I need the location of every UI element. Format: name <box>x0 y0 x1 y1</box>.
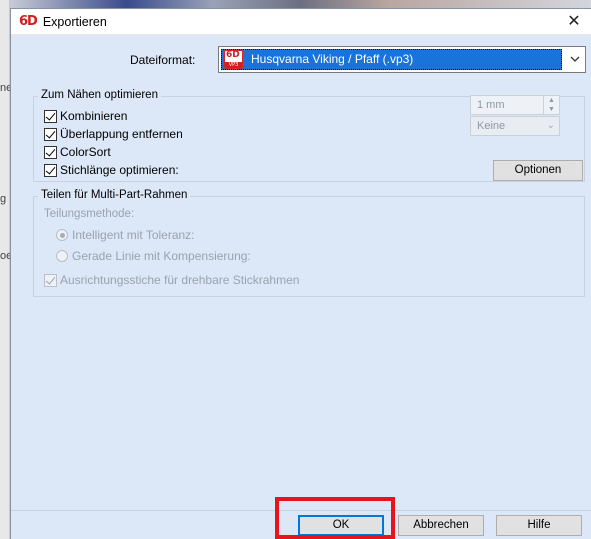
radio-intelligent-label: Intelligent mit Toleranz: <box>72 228 195 242</box>
checkbox-stitch-length-box[interactable] <box>44 163 57 177</box>
radio-straight-line-label: Gerade Linie mit Kompensierung: <box>72 249 251 263</box>
dialog-body: Dateiformat: 6D VP3 Husqvarna Viking / P… <box>11 36 591 539</box>
radio-intelligent-button[interactable] <box>56 229 68 241</box>
checkbox-colorsort-box[interactable] <box>44 145 57 159</box>
file-format-selected-item: 6D VP3 Husqvarna Viking / Pfaff (.vp3) <box>221 49 562 70</box>
radio-intelligent[interactable]: Intelligent mit Toleranz: <box>56 227 195 243</box>
checkbox-alignment-stitches-label: Ausrichtungsstiche für drehbare Stickrah… <box>60 273 300 287</box>
tolerance-value: 1 mm <box>477 99 505 111</box>
checkbox-colorsort[interactable]: ColorSort <box>44 144 111 160</box>
checkbox-remove-overlap-label: Überlappung entfernen <box>60 127 183 141</box>
file-format-row: Dateiformat: 6D VP3 Husqvarna Viking / P… <box>11 46 591 74</box>
file-format-label: Dateiformat: <box>130 53 196 67</box>
options-button[interactable]: Optionen <box>493 160 583 181</box>
chevron-down-icon: ⌄ <box>546 120 555 131</box>
checkbox-combine-label: Kombinieren <box>60 109 128 123</box>
checkbox-stitch-length-label: Stichlänge optimieren: <box>60 163 179 177</box>
app-logo-icon: 6D <box>19 14 38 29</box>
checkbox-alignment-stitches-box[interactable] <box>44 273 57 287</box>
compensation-value: Keine <box>477 120 506 132</box>
tolerance-spinbox[interactable]: 1 mm ▲ ▼ <box>470 95 560 115</box>
multipart-group: Teilen für Multi-Part-Rahmen Teilungsmet… <box>33 189 585 297</box>
checkbox-remove-overlap[interactable]: Überlappung entfernen <box>44 126 183 142</box>
dialog-title: Exportieren <box>42 14 107 29</box>
checkbox-combine-box[interactable] <box>44 109 57 123</box>
optimize-group-title: Zum Nähen optimieren <box>38 89 161 101</box>
title-bar: 6D Exportieren ✕ <box>11 9 591 35</box>
export-dialog: 6D Exportieren ✕ Dateiformat: 6D VP3 Hus… <box>10 8 591 539</box>
checkbox-colorsort-label: ColorSort <box>60 145 111 159</box>
spin-arrows-icon[interactable]: ▲ ▼ <box>543 96 559 114</box>
checkbox-stitch-length[interactable]: Stichlänge optimieren: <box>44 162 179 178</box>
background-text-fragment: g <box>0 193 7 205</box>
cancel-button[interactable]: Abbrechen <box>398 515 484 536</box>
checkbox-combine[interactable]: Kombinieren <box>44 108 127 124</box>
file-format-value: Husqvarna Viking / Pfaff (.vp3) <box>251 52 414 66</box>
checkbox-alignment-stitches[interactable]: Ausrichtungsstiche für drehbare Stickrah… <box>44 272 299 288</box>
background-app-toolbar <box>10 0 591 8</box>
chevron-down-icon[interactable] <box>569 53 581 65</box>
ok-highlight-annotation <box>275 497 395 539</box>
file-format-select[interactable]: 6D VP3 Husqvarna Viking / Pfaff (.vp3) <box>218 46 586 73</box>
background-app-strip: ne g oe <box>0 0 12 539</box>
close-button[interactable]: ✕ <box>565 13 583 31</box>
checkbox-remove-overlap-box[interactable] <box>44 127 57 141</box>
multipart-group-title: Teilen für Multi-Part-Rahmen <box>38 189 191 201</box>
radio-straight-line-button[interactable] <box>56 250 68 262</box>
help-button[interactable]: Hilfe <box>496 515 582 536</box>
split-method-label: Teilungsmethode: <box>44 208 135 220</box>
compensation-select[interactable]: Keine ⌄ <box>470 116 560 136</box>
vp3-format-icon: 6D VP3 <box>224 50 243 69</box>
radio-straight-line[interactable]: Gerade Linie mit Kompensierung: <box>56 248 251 264</box>
